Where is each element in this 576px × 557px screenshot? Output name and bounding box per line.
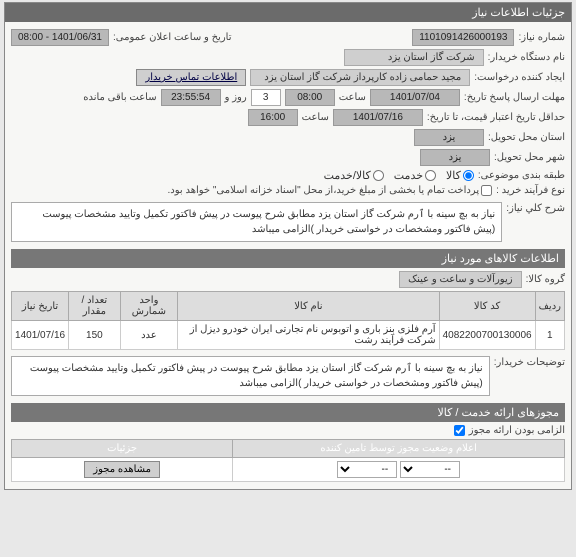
row-payment: نوع فرآیند خرید : پرداخت تمام یا بخشی از… bbox=[11, 185, 565, 196]
delivery-city: یزد bbox=[420, 149, 490, 166]
row-need-number: شماره نیاز: 1101091426000193 تاریخ و ساع… bbox=[11, 29, 565, 46]
budget-both-label: کالا/خدمت bbox=[324, 169, 371, 182]
th-name: نام کالا bbox=[178, 292, 439, 321]
validity-date: 1401/07/16 bbox=[333, 109, 423, 126]
th-idx: ردیف bbox=[535, 292, 564, 321]
permits-status-cell: -- -- bbox=[233, 458, 565, 482]
hour-label-2: ساعت bbox=[302, 112, 329, 123]
main-panel: جزئیات اطلاعات نیاز شماره نیاز: 11010914… bbox=[4, 2, 572, 490]
table-row: 1 4082200700130006 آرم فلزی بنز باری و ا… bbox=[12, 321, 565, 350]
permits-header-row: اعلام وضعیت مجوز توسط تامین کننده جزئیات bbox=[12, 440, 565, 458]
cell-qty: 150 bbox=[69, 321, 121, 350]
budget-radio-group: کالا خدمت کالا/خدمت bbox=[324, 169, 474, 182]
budget-opt-service[interactable]: خدمت bbox=[394, 169, 436, 182]
row-delivery-province: استان محل تحویل: یزد bbox=[11, 129, 565, 146]
days-label: روز و bbox=[225, 92, 247, 103]
desc-text: نیاز به بچ سینه با ٱرم شرکت گاز استان یز… bbox=[11, 202, 502, 242]
radio-goods[interactable] bbox=[463, 170, 474, 181]
th-qty: تعداد / مقدار bbox=[69, 292, 121, 321]
remain-time: 23:55:54 bbox=[161, 89, 221, 106]
hour-label-1: ساعت bbox=[339, 92, 366, 103]
buyer-org-label: نام دستگاه خریدار: bbox=[488, 52, 565, 63]
budget-opt-both[interactable]: کالا/خدمت bbox=[324, 169, 384, 182]
form-body: شماره نیاز: 1101091426000193 تاریخ و ساع… bbox=[5, 22, 571, 489]
pay-label: نوع فرآیند خرید : bbox=[496, 185, 565, 196]
buyer-note-label: توضیحات خریدار: bbox=[494, 353, 565, 368]
row-delivery-city: شهر محل تحویل: یزد bbox=[11, 149, 565, 166]
status-select-1[interactable]: -- bbox=[400, 461, 460, 478]
contact-link[interactable]: اطلاعات تماس خریدار bbox=[136, 69, 246, 86]
deadline-label: مهلت ارسال پاسخ تاریخ: bbox=[464, 92, 565, 103]
row-group: گروه کالا: زیورآلات و ساعت و عینک bbox=[11, 271, 565, 288]
row-validity: حداقل تاریخ اعتبار قیمت، تا تاریخ: 1401/… bbox=[11, 109, 565, 126]
days-value: 3 bbox=[251, 89, 281, 106]
announce-value: 1401/06/31 - 08:00 bbox=[11, 29, 109, 46]
budget-opt-goods[interactable]: کالا bbox=[446, 169, 474, 182]
cell-idx: 1 bbox=[535, 321, 564, 350]
buyer-org-value: شرکت گاز استان یزد bbox=[344, 49, 484, 66]
status-select-2[interactable]: -- bbox=[337, 461, 397, 478]
row-mandatory: الزامی بودن ارائه مجوز bbox=[11, 425, 565, 436]
pay-checkbox[interactable] bbox=[481, 185, 492, 196]
th-unit: واحد شمارش bbox=[120, 292, 178, 321]
buyer-note-text: نیاز به بچ سینه با ٱرم شرکت گاز استان یز… bbox=[11, 356, 490, 396]
row-deadline: مهلت ارسال پاسخ تاریخ: 1401/07/04 ساعت 0… bbox=[11, 89, 565, 106]
th-details: جزئیات bbox=[12, 440, 233, 458]
items-header-row: ردیف کد کالا نام کالا واحد شمارش تعداد /… bbox=[12, 292, 565, 321]
need-number-value: 1101091426000193 bbox=[412, 29, 514, 46]
view-permit-button[interactable]: مشاهده مجوز bbox=[84, 461, 160, 478]
delivery-place-label: استان محل تحویل: bbox=[488, 132, 565, 143]
permits-section-title: مجوزهای ارائه خدمت / کالا bbox=[11, 403, 565, 422]
th-status: اعلام وضعیت مجوز توسط تامین کننده bbox=[233, 440, 565, 458]
group-label: گروه کالا: bbox=[526, 274, 565, 285]
budget-service-label: خدمت bbox=[394, 169, 423, 182]
deadline-date: 1401/07/04 bbox=[370, 89, 460, 106]
remain-label: ساعت باقی مانده bbox=[83, 92, 156, 103]
permits-table: اعلام وضعیت مجوز توسط تامین کننده جزئیات… bbox=[11, 439, 565, 482]
permits-row: -- -- مشاهده مجوز bbox=[12, 458, 565, 482]
row-creator: ایجاد کننده درخواست: مجید حمامی زاده کار… bbox=[11, 69, 565, 86]
permits-details-cell: مشاهده مجوز bbox=[12, 458, 233, 482]
announce-label: تاریخ و ساعت اعلان عمومی: bbox=[113, 32, 232, 43]
cell-date: 1401/07/16 bbox=[12, 321, 69, 350]
delivery-province: یزد bbox=[414, 129, 484, 146]
desc-label: شرح کلي نياز: bbox=[506, 199, 565, 214]
creator-label: ایجاد کننده درخواست: bbox=[474, 72, 565, 83]
items-table: ردیف کد کالا نام کالا واحد شمارش تعداد /… bbox=[11, 291, 565, 350]
pay-note: پرداخت تمام یا بخشی از مبلغ خرید،از محل … bbox=[168, 185, 480, 196]
th-date: تاریخ نیاز bbox=[12, 292, 69, 321]
row-buyer-note: توضیحات خریدار: نیاز به بچ سینه با ٱرم ش… bbox=[11, 353, 565, 399]
cell-code: 4082200700130006 bbox=[439, 321, 535, 350]
group-value: زیورآلات و ساعت و عینک bbox=[399, 271, 521, 288]
validity-label: حداقل تاریخ اعتبار قیمت، تا تاریخ: bbox=[427, 112, 565, 123]
cell-unit: عدد bbox=[120, 321, 178, 350]
need-number-label: شماره نیاز: bbox=[518, 32, 565, 43]
row-buyer-org: نام دستگاه خریدار: شرکت گاز استان یزد bbox=[11, 49, 565, 66]
mandatory-checkbox[interactable] bbox=[454, 425, 465, 436]
budget-goods-label: کالا bbox=[446, 169, 461, 182]
creator-value: مجید حمامی زاده کارپرداز شرکت گاز استان … bbox=[250, 69, 470, 86]
validity-hour: 16:00 bbox=[248, 109, 298, 126]
cell-name: آرم فلزی بنز باری و اتوبوس نام تجارتی ای… bbox=[178, 321, 439, 350]
row-budget: طبقه بندی موضوعی: کالا خدمت کالا/خدمت bbox=[11, 169, 565, 182]
mandatory-label: الزامی بودن ارائه مجوز bbox=[469, 425, 565, 436]
budget-label: طبقه بندی موضوعی: bbox=[478, 170, 565, 181]
delivery-city-label: شهر محل تحویل: bbox=[494, 152, 565, 163]
row-description: شرح کلي نياز: نیاز به بچ سینه با ٱرم شرک… bbox=[11, 199, 565, 245]
radio-service[interactable] bbox=[425, 170, 436, 181]
radio-both[interactable] bbox=[373, 170, 384, 181]
pay-checkbox-item[interactable]: پرداخت تمام یا بخشی از مبلغ خرید،از محل … bbox=[168, 185, 493, 196]
deadline-hour: 08:00 bbox=[285, 89, 335, 106]
items-section-title: اطلاعات کالاهای مورد نیاز bbox=[11, 249, 565, 268]
th-code: کد کالا bbox=[439, 292, 535, 321]
panel-title: جزئیات اطلاعات نیاز bbox=[5, 3, 571, 22]
